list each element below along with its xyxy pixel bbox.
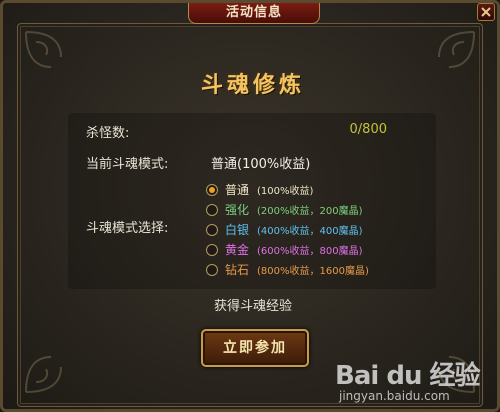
current-mode-label: 当前斗魂模式: [86,157,169,172]
radio-button[interactable] [206,203,218,216]
current-mode-value: 普通(100%收益) [211,157,311,172]
option-desc: (600%收益，800魔晶) [257,246,363,257]
radio-button[interactable] [206,183,218,196]
option-name: 普通 [225,183,250,197]
close-button[interactable] [477,3,495,21]
mode-option-enhanced[interactable]: 强化 (200%收益，200魔晶) [206,201,363,218]
radio-button[interactable] [206,263,218,276]
option-desc: (100%收益) [257,186,314,197]
mode-option-normal[interactable]: 普通 (100%收益) [206,181,313,198]
watermark-logo: Bai du 经验 [335,361,480,391]
option-desc: (800%收益，1600魔晶) [257,266,369,277]
mode-option-diamond[interactable]: 钻石 (800%收益，1600魔晶) [206,261,369,278]
join-now-button[interactable]: 立即参加 [201,329,309,367]
mode-select-label: 斗魂模式选择: [86,221,169,236]
radio-button[interactable] [206,223,218,236]
kills-value: 0/800 [349,122,387,137]
corner-ornament [25,356,62,393]
gain-experience-text: 获得斗魂经验 [213,299,292,314]
option-name: 强化 [225,203,250,217]
kills-label: 杀怪数: [86,126,130,141]
option-name: 白银 [225,223,250,237]
option-desc: (400%收益，400魔晶) [257,226,363,237]
watermark-url: jingyan.baidu.com [339,389,450,403]
activity-dialog: 活动信息 斗魂修炼 杀怪数: 0/800 当前斗魂模式: 普通(100%收益) … [0,0,500,412]
option-desc: (200%收益，200魔晶) [257,206,363,217]
option-name: 钻石 [225,263,250,277]
dialog-heading: 斗魂修炼 [200,73,305,98]
close-icon [481,7,491,17]
window-title: 活动信息 [188,3,320,24]
mode-option-silver[interactable]: 白银 (400%收益，400魔晶) [206,221,363,238]
mode-option-gold[interactable]: 黄金 (600%收益，800魔晶) [206,241,363,258]
option-name: 黄金 [225,243,250,257]
radio-button[interactable] [206,243,218,256]
